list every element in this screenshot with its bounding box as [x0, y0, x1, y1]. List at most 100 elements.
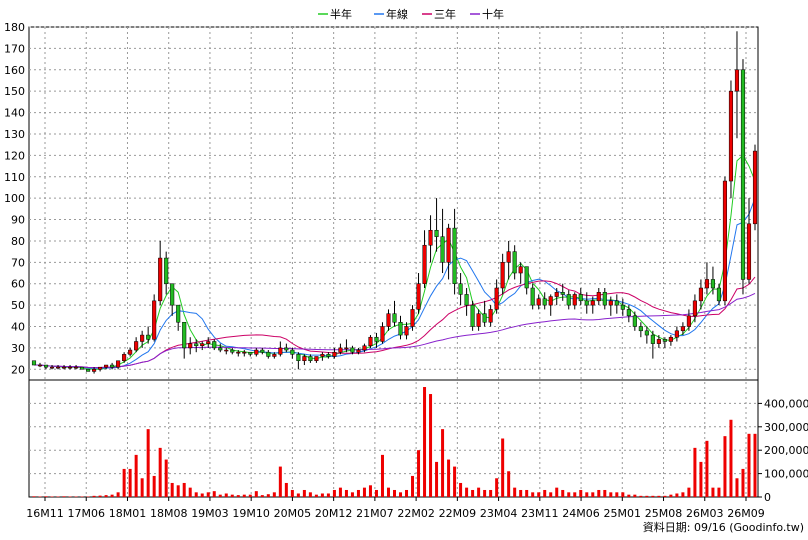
- volume-bar: [639, 495, 643, 497]
- price-tick-label: 170: [4, 42, 25, 55]
- candle-down: [464, 294, 469, 306]
- volume-bar: [80, 496, 84, 498]
- candle-down: [194, 343, 199, 347]
- candle-up: [278, 347, 283, 355]
- candle-up: [68, 366, 73, 369]
- price-tick-label: 160: [4, 64, 25, 77]
- candle-down: [458, 283, 463, 295]
- volume-bar: [399, 492, 403, 497]
- candle-up: [158, 257, 163, 302]
- volume-bar: [651, 495, 655, 497]
- candle-up: [596, 292, 601, 302]
- candle-down: [578, 294, 583, 302]
- volume-bar: [531, 492, 535, 497]
- candle-down: [560, 292, 565, 295]
- candle-up: [49, 366, 55, 369]
- volume-bar: [561, 489, 565, 497]
- candle-up: [344, 347, 349, 350]
- volume-bar: [615, 492, 619, 497]
- volume-bar: [284, 482, 288, 497]
- candle-down: [740, 69, 746, 280]
- volume-bar: [591, 492, 595, 497]
- candle-up: [188, 343, 193, 349]
- volume-bar: [609, 492, 613, 497]
- candle-up: [362, 345, 367, 351]
- volume-tick-label: 100,000: [764, 468, 808, 481]
- volume-bar: [447, 459, 451, 497]
- volume-bar: [290, 489, 294, 497]
- candle-up: [92, 369, 97, 372]
- volume-bar: [669, 494, 673, 497]
- candle-down: [452, 227, 457, 284]
- volume-bar: [152, 475, 156, 497]
- plot-frame: [28, 26, 759, 498]
- candle-up: [494, 287, 499, 310]
- candle-down: [602, 292, 607, 306]
- candle-up: [338, 347, 343, 353]
- volume-bar: [314, 494, 318, 497]
- legend-label: 半年: [330, 7, 352, 21]
- volume-bar: [254, 491, 258, 497]
- volume-bar: [657, 495, 661, 497]
- candle-up: [272, 354, 277, 357]
- candle-down: [512, 251, 517, 274]
- legend-label: 十年: [482, 7, 504, 21]
- volume-bar: [308, 492, 312, 497]
- volume-bar: [723, 436, 727, 497]
- volume-bar: [350, 492, 354, 497]
- candle-up: [536, 298, 541, 306]
- volume-bar: [338, 487, 342, 497]
- volume-bar: [266, 494, 270, 497]
- candle-down: [374, 336, 379, 342]
- candle-down: [716, 287, 722, 302]
- volume-bar: [753, 433, 757, 497]
- x-tick-label: 17M06: [67, 507, 105, 520]
- volume-bar: [483, 489, 487, 497]
- x-tick-label: 18M08: [150, 507, 188, 520]
- volume-bar: [302, 489, 306, 497]
- volume-bar: [579, 489, 583, 497]
- candle-up: [242, 351, 247, 354]
- candle-down: [86, 369, 91, 372]
- price-tick-label: 130: [4, 128, 25, 141]
- x-tick-label: 26M09: [727, 507, 765, 520]
- candle-down: [110, 364, 115, 368]
- volume-bar: [429, 394, 433, 497]
- candle-up: [608, 300, 613, 306]
- volume-bar: [176, 485, 180, 497]
- price-tick-label: 70: [11, 256, 25, 269]
- volume-bar: [158, 447, 162, 497]
- candle-up: [122, 354, 127, 361]
- volume-bar: [386, 487, 390, 497]
- candle-down: [614, 300, 619, 306]
- volume-bar: [543, 489, 547, 497]
- price-tick-label: 140: [4, 107, 25, 120]
- volume-bar: [621, 492, 625, 497]
- volume-bar: [146, 429, 150, 497]
- volume-bar: [573, 492, 577, 497]
- price-tick-label: 90: [11, 214, 25, 227]
- candle-down: [542, 298, 547, 306]
- candle-down: [260, 349, 265, 353]
- candle-up: [320, 354, 325, 357]
- legend-item: 年線: [374, 7, 408, 21]
- volume-bar: [368, 485, 372, 497]
- candle-down: [218, 347, 223, 351]
- candle-down: [182, 321, 187, 349]
- volume-bar: [495, 478, 499, 497]
- volume-bar: [507, 471, 511, 497]
- candle-up: [404, 326, 409, 336]
- volume-bar: [92, 495, 96, 497]
- volume-bar: [555, 487, 559, 497]
- candle-down: [296, 354, 301, 361]
- volume-bar: [362, 487, 366, 497]
- volume-bar: [687, 487, 691, 497]
- volume-bar: [549, 492, 553, 497]
- candle-up: [428, 229, 433, 246]
- volume-bar: [729, 419, 733, 497]
- candle-up: [446, 227, 451, 263]
- x-tick-label: 22M02: [397, 507, 435, 520]
- candle-down: [530, 287, 535, 306]
- data-date-footer: 資料日期: 09/16 (Goodinfo.tw): [643, 520, 804, 534]
- candle-up: [554, 292, 559, 297]
